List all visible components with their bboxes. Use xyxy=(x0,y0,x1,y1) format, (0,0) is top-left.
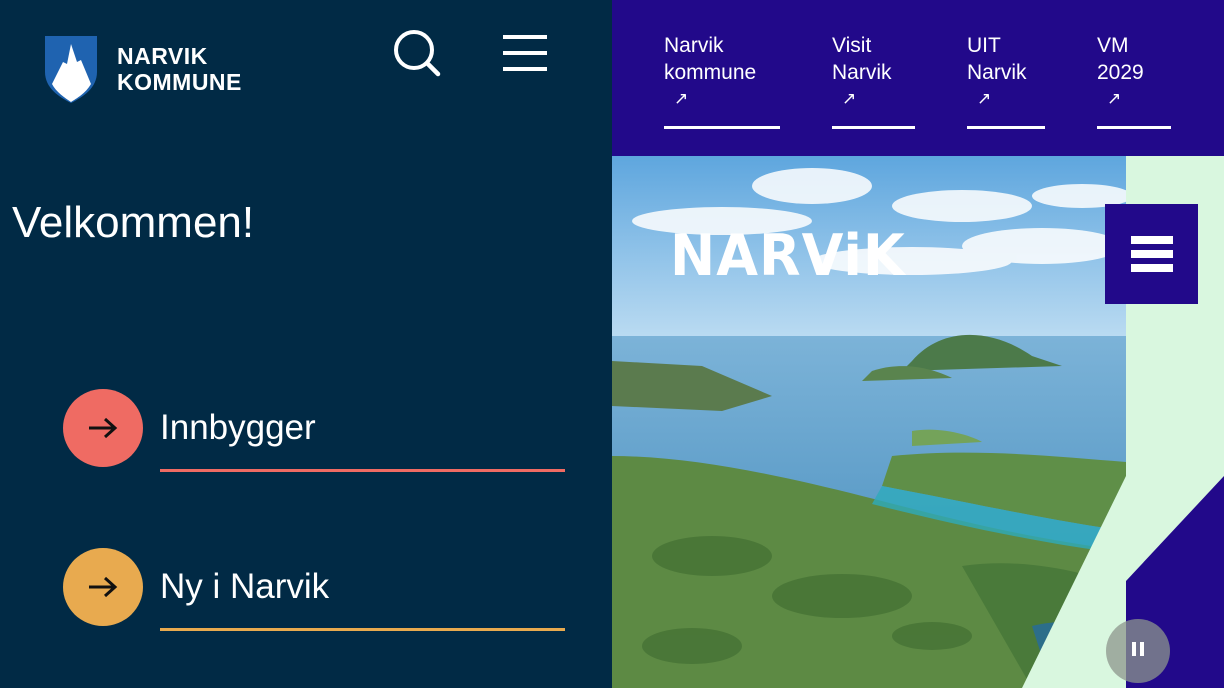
nav-link-line1: Narvik xyxy=(664,34,724,57)
pause-icon xyxy=(1130,641,1146,661)
nav-link-line2: Narvik xyxy=(967,61,1027,84)
page-title: Velkommen! xyxy=(12,198,255,247)
category-circle xyxy=(63,389,143,467)
nav-link-line1: Visit xyxy=(832,34,872,57)
nav-link-line2: kommune xyxy=(664,61,757,84)
right-panel: Narvik kommune ↗ Visit Narvik ↗ UIT Narv… xyxy=(612,0,1224,688)
category-link-innbygger[interactable]: Innbygger xyxy=(63,389,565,472)
nav-link-underline xyxy=(967,126,1045,129)
category-label: Ny i Narvik xyxy=(160,567,330,606)
category-circle xyxy=(63,548,143,626)
category-label: Innbygger xyxy=(160,408,316,447)
logo-line-narvik: NARVIK xyxy=(117,43,208,69)
left-panel: NARVIK KOMMUNE Velkommen! Innbygger Ny i… xyxy=(0,0,612,688)
category-underline xyxy=(160,469,565,472)
external-links-nav: Narvik kommune ↗ Visit Narvik ↗ UIT Narv… xyxy=(612,0,1224,156)
menu-bar xyxy=(1130,250,1173,258)
menu-bar xyxy=(1130,236,1173,244)
hamburger-menu-icon xyxy=(503,35,547,71)
coat-of-arms-icon xyxy=(45,36,97,103)
nav-link-visit-narvik[interactable]: Visit Narvik ↗ xyxy=(832,32,915,129)
external-link-arrow-icon: ↗ xyxy=(977,89,992,108)
nav-link-line1: VM xyxy=(1097,34,1129,57)
nav-link-underline xyxy=(664,126,780,129)
nav-link-line1: UIT xyxy=(967,34,1001,57)
category-link-ny-i-narvik[interactable]: Ny i Narvik xyxy=(63,548,565,631)
nav-link-vm-2029[interactable]: VM 2029 ↗ xyxy=(1097,32,1171,129)
nav-link-line2: 2029 xyxy=(1097,61,1144,84)
external-link-arrow-icon: ↗ xyxy=(1107,89,1122,108)
nav-link-line2: Narvik xyxy=(832,61,892,84)
search-icon xyxy=(394,30,441,77)
arrow-right-icon xyxy=(89,417,118,439)
menu-button[interactable] xyxy=(503,34,549,74)
logo-text: NARVIK KOMMUNE xyxy=(117,43,242,95)
category-underline xyxy=(160,628,565,631)
arrow-right-icon xyxy=(89,576,118,598)
search-button[interactable] xyxy=(391,28,443,80)
nav-link-underline xyxy=(1097,126,1171,129)
nav-link-uit-narvik[interactable]: UIT Narvik ↗ xyxy=(967,32,1045,129)
narvik-kommune-logo-link[interactable]: NARVIK KOMMUNE xyxy=(43,34,242,104)
logo-line-kommune: KOMMUNE xyxy=(117,69,242,95)
hero-video: NARViK xyxy=(612,156,1126,688)
side-menu-button[interactable] xyxy=(1105,204,1198,304)
narvik-wordmark: NARViK xyxy=(670,222,906,289)
external-link-arrow-icon: ↗ xyxy=(674,89,689,108)
menu-bar xyxy=(1130,264,1173,272)
pause-video-button[interactable] xyxy=(1106,619,1170,683)
nav-link-underline xyxy=(832,126,915,129)
nav-link-narvik-kommune[interactable]: Narvik kommune ↗ xyxy=(664,32,780,129)
external-link-arrow-icon: ↗ xyxy=(842,89,857,108)
